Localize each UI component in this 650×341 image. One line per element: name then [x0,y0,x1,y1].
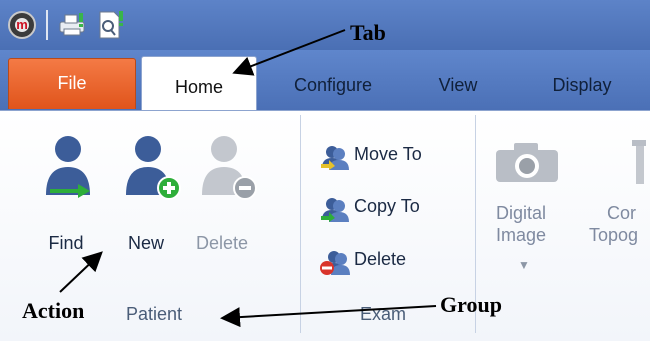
tab-file[interactable]: File [8,58,136,109]
dropdown-arrow-icon[interactable]: ▼ [518,258,530,272]
add-patient-icon [126,136,181,200]
printer-icon[interactable] [58,12,86,38]
tab-configure[interactable]: Configure [278,60,388,110]
annotation-action: Action [22,298,85,323]
quick-access-toolbar: m [0,0,650,50]
copy-to-label: Copy To [354,196,420,216]
remove-patient-icon [202,136,257,200]
new-button-label: New [127,233,164,253]
annotation-group: Group [440,292,502,317]
digital-image-label-line2: Image [496,225,547,245]
exam-group-label: Exam [360,304,407,324]
find-patient-icon [46,136,90,198]
camera-icon [496,143,558,182]
group-separator [300,115,301,333]
copy-to-button[interactable]: Copy To [320,192,480,226]
delete-patient-button[interactable]: Delete [186,133,258,273]
find-button-label: Find [48,233,84,253]
toolbar-separator [46,10,48,40]
topography-button-label-line1[interactable]: Cor [607,203,636,224]
annotation-tab: Tab [350,20,386,45]
new-patient-button[interactable]: New [110,133,182,273]
copy-exam-icon [321,198,349,222]
digital-image-button[interactable]: Digital Image ▼ [488,130,588,290]
patient-group-label: Patient [126,304,183,324]
delete-exam-button[interactable]: Delete [320,245,480,279]
topography-device-icon [632,140,646,184]
move-exam-icon [321,146,349,170]
tab-display[interactable]: Display [542,60,622,110]
print-preview-icon[interactable] [97,10,125,40]
topography-button-label-line2[interactable]: Topog [589,225,638,246]
delete-exam-label: Delete [354,249,407,269]
move-to-label: Move To [354,144,422,164]
app-logo-icon[interactable]: m [8,11,36,39]
tab-view[interactable]: View [430,60,486,110]
move-to-button[interactable]: Move To [320,140,480,174]
tab-home[interactable]: Home [141,56,257,113]
find-patient-button[interactable]: Find [30,133,102,273]
delete-button-label: Delete [195,233,249,253]
delete-exam-icon [320,251,350,275]
digital-image-label-line1: Digital [496,203,547,223]
